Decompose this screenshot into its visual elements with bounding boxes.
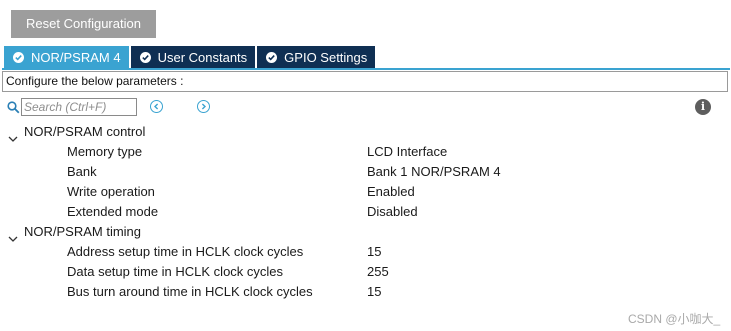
param-row-bus-turnaround-time[interactable]: Bus turn around time in HCLK clock cycle… (0, 282, 731, 302)
param-value: 15 (367, 284, 382, 299)
search-input[interactable] (21, 98, 137, 116)
group-title: NOR/PSRAM timing (24, 224, 142, 239)
param-name: Bus turn around time in HCLK clock cycle… (67, 284, 313, 299)
param-value: Enabled (367, 184, 415, 199)
watermark: CSDN @小咖大_ (628, 312, 721, 326)
chevron-down-icon[interactable] (8, 129, 18, 142)
tab-nor-psram-4[interactable]: NOR/PSRAM 4 (4, 46, 129, 68)
param-name: Bank (67, 164, 97, 179)
param-row-data-setup-time[interactable]: Data setup time in HCLK clock cycles 255 (0, 262, 731, 282)
chevron-down-icon[interactable] (8, 229, 18, 242)
tab-label: GPIO Settings (284, 49, 368, 65)
param-row-memory-type[interactable]: Memory type LCD Interface (0, 142, 731, 162)
next-match-icon[interactable] (197, 100, 210, 113)
check-circle-icon (266, 51, 278, 63)
param-value: Bank 1 NOR/PSRAM 4 (367, 164, 501, 179)
param-value: LCD Interface (367, 144, 448, 159)
info-icon[interactable]: i (695, 99, 711, 115)
pinout-configuration-panel: Reset Configuration NOR/PSRAM 4 User Con… (0, 0, 731, 331)
check-circle-icon (139, 51, 151, 63)
search-icon[interactable] (7, 101, 20, 114)
param-name: Write operation (67, 184, 155, 199)
param-value: 15 (367, 244, 382, 259)
param-row-bank[interactable]: Bank Bank 1 NOR/PSRAM 4 (0, 162, 731, 182)
group-nor-psram-timing[interactable]: NOR/PSRAM timing (0, 222, 731, 242)
tab-bar: NOR/PSRAM 4 User Constants GPIO Settings (4, 46, 377, 68)
group-title: NOR/PSRAM control (24, 124, 146, 139)
param-row-extended-mode[interactable]: Extended mode Disabled (0, 202, 731, 222)
param-name: Memory type (67, 144, 143, 159)
param-row-address-setup-time[interactable]: Address setup time in HCLK clock cycles … (0, 242, 731, 262)
tab-label: User Constants (157, 49, 248, 65)
tab-label: NOR/PSRAM 4 (31, 49, 121, 65)
configure-description: Configure the below parameters : (2, 71, 728, 92)
tab-user-constants[interactable]: User Constants (130, 46, 256, 68)
param-name: Address setup time in HCLK clock cycles (67, 244, 304, 259)
param-name: Data setup time in HCLK clock cycles (67, 264, 284, 279)
search-row: i (5, 97, 727, 118)
previous-match-icon[interactable] (150, 100, 163, 113)
param-value: Disabled (367, 204, 418, 219)
param-value: 255 (367, 264, 389, 279)
tab-underline (2, 68, 730, 70)
param-row-write-operation[interactable]: Write operation Enabled (0, 182, 731, 202)
tab-gpio-settings[interactable]: GPIO Settings (257, 46, 376, 68)
param-name: Extended mode (67, 204, 159, 219)
group-nor-psram-control[interactable]: NOR/PSRAM control (0, 122, 731, 142)
check-circle-icon (13, 51, 24, 63)
reset-configuration-button[interactable]: Reset Configuration (11, 10, 156, 38)
